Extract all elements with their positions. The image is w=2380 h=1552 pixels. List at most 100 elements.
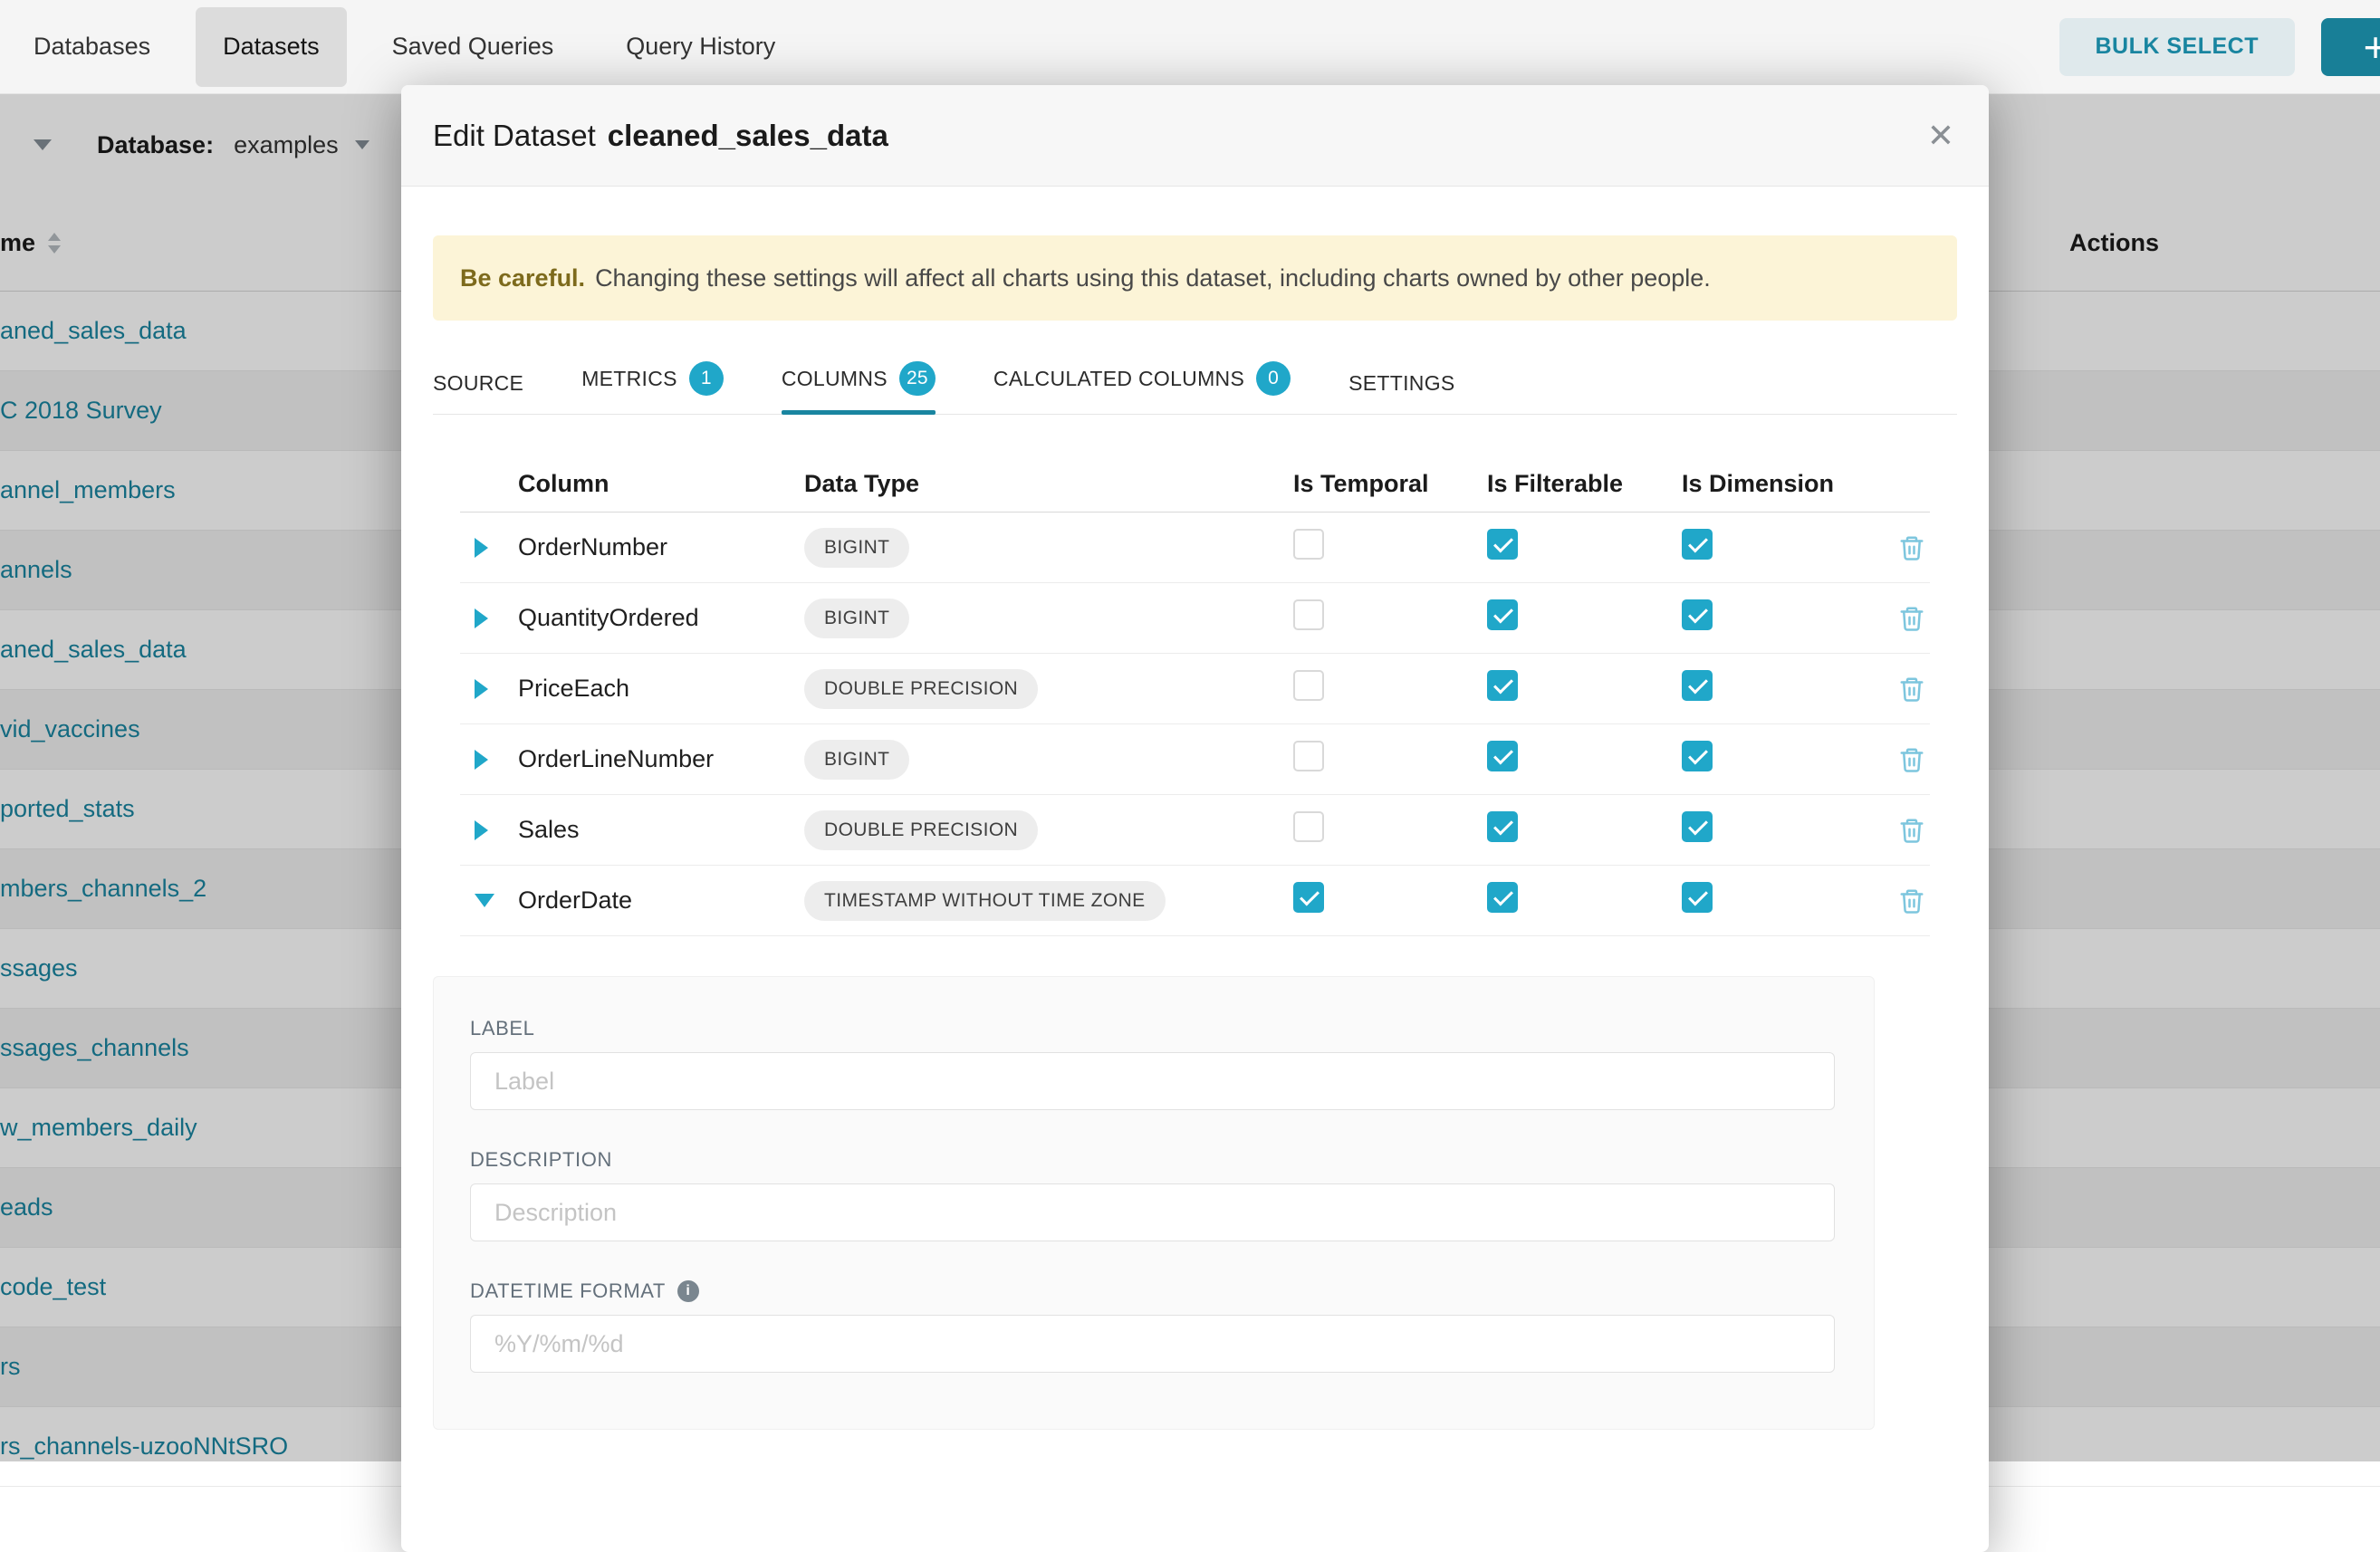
data-type-pill: DOUBLE PRECISION [804,669,1038,709]
tab-label: COLUMNS [782,367,888,391]
tab-label: SETTINGS [1348,371,1454,396]
is-filterable-checkbox[interactable] [1487,599,1518,630]
is-dimension-checkbox[interactable] [1682,811,1713,842]
tab-calculated-columns[interactable]: CALCULATED COLUMNS 0 [993,361,1291,414]
description-input[interactable] [470,1183,1835,1241]
columns-table: Column Data Type Is Temporal Is Filterab… [460,456,1930,936]
delete-column-button[interactable] [1898,817,1930,844]
column-name: OrderNumber [518,533,804,561]
label-input[interactable] [470,1052,1835,1110]
column-row: OrderLineNumberBIGINT [460,724,1930,795]
modal-body: Be careful. Changing these settings will… [401,235,1989,1430]
collapse-caret-icon[interactable] [475,894,494,907]
is-temporal-checkbox[interactable] [1293,882,1324,913]
data-type-pill: BIGINT [804,599,909,638]
label-field: LABEL [470,1017,1835,1110]
description-field: DESCRIPTION [470,1148,1835,1241]
expand-caret-icon[interactable] [475,750,488,770]
warning-banner-bold: Be careful. [460,264,585,292]
is-temporal-checkbox[interactable] [1293,741,1324,771]
count-badge: 25 [899,361,936,396]
column-detail-panel: LABEL DESCRIPTION DATETIME FORMAT i [433,976,1875,1430]
columns-table-header: Column Data Type Is Temporal Is Filterab… [460,456,1930,513]
modal-header: Edit Dataset cleaned_sales_data ✕ [401,85,1989,187]
columns-table-body: OrderNumberBIGINTQuantityOrderedBIGINTPr… [460,513,1930,936]
is-temporal-checkbox[interactable] [1293,529,1324,560]
description-field-label: DESCRIPTION [470,1148,1835,1172]
is-dimension-checkbox[interactable] [1682,882,1713,913]
edit-dataset-modal: Edit Dataset cleaned_sales_data ✕ Be car… [401,85,1989,1552]
info-icon[interactable]: i [677,1280,699,1302]
delete-column-button[interactable] [1898,534,1930,561]
modal-title-dataset-name: cleaned_sales_data [608,119,888,153]
is-dimension-checkbox[interactable] [1682,670,1713,701]
data-type-pill: DOUBLE PRECISION [804,810,1038,850]
close-icon[interactable]: ✕ [1927,120,1954,152]
is-filterable-checkbox[interactable] [1487,811,1518,842]
nav-item-query-history[interactable]: Query History [599,0,802,93]
top-nav: Databases Datasets Saved Queries Query H… [0,0,2380,94]
data-type-pill: BIGINT [804,740,909,780]
tab-columns[interactable]: COLUMNS 25 [782,361,936,414]
delete-column-button[interactable] [1898,605,1930,632]
warning-banner-text: Changing these settings will affect all … [595,264,1711,292]
nav-tabs: Databases Datasets Saved Queries Query H… [34,0,802,93]
column-row: QuantityOrderedBIGINT [460,583,1930,654]
nav-item-datasets[interactable]: Datasets [196,7,347,87]
column-name: Sales [518,816,804,844]
warning-banner: Be careful. Changing these settings will… [433,235,1957,321]
plus-icon: + [2364,23,2380,72]
datetime-format-field: DATETIME FORMAT i [470,1279,1835,1373]
is-dimension-checkbox[interactable] [1682,599,1713,630]
tab-metrics[interactable]: METRICS 1 [581,361,724,414]
data-type-pill: BIGINT [804,528,909,568]
expand-caret-icon[interactable] [475,820,488,840]
column-name: QuantityOrdered [518,604,804,632]
delete-column-button[interactable] [1898,887,1930,915]
nav-item-saved-queries[interactable]: Saved Queries [365,0,581,93]
is-filterable-checkbox[interactable] [1487,529,1518,560]
data-type-pill: TIMESTAMP WITHOUT TIME ZONE [804,881,1166,921]
expand-caret-icon[interactable] [475,538,488,558]
nav-actions: BULK SELECT + [2059,18,2380,76]
column-row: PriceEachDOUBLE PRECISION [460,654,1930,724]
tab-label: SOURCE [433,371,523,396]
tab-settings[interactable]: SETTINGS [1348,371,1454,414]
header-column: Column [518,470,804,498]
is-dimension-checkbox[interactable] [1682,741,1713,771]
is-temporal-checkbox[interactable] [1293,599,1324,630]
nav-item-databases[interactable]: Databases [34,0,178,93]
is-filterable-checkbox[interactable] [1487,670,1518,701]
is-temporal-checkbox[interactable] [1293,670,1324,701]
header-is-dimension: Is Dimension [1682,470,1898,498]
column-name: OrderLineNumber [518,745,804,773]
expand-caret-icon[interactable] [475,608,488,628]
add-dataset-button[interactable]: + [2321,18,2380,76]
header-is-filterable: Is Filterable [1487,470,1682,498]
label-field-label: LABEL [470,1017,1835,1040]
tab-label: CALCULATED COLUMNS [993,367,1244,391]
modal-title-prefix: Edit Dataset [433,119,596,153]
column-name: OrderDate [518,886,804,915]
is-filterable-checkbox[interactable] [1487,741,1518,771]
is-dimension-checkbox[interactable] [1682,529,1713,560]
count-badge: 1 [689,361,724,396]
column-name: PriceEach [518,675,804,703]
tab-label: METRICS [581,367,677,391]
bulk-select-button[interactable]: BULK SELECT [2059,18,2296,76]
column-row: OrderNumberBIGINT [460,513,1930,583]
expand-caret-icon[interactable] [475,679,488,699]
column-row: OrderDateTIMESTAMP WITHOUT TIME ZONE [460,866,1930,936]
is-temporal-checkbox[interactable] [1293,811,1324,842]
count-badge: 0 [1256,361,1291,396]
tab-source[interactable]: SOURCE [433,371,523,414]
datetime-format-input[interactable] [470,1315,1835,1373]
delete-column-button[interactable] [1898,675,1930,703]
delete-column-button[interactable] [1898,746,1930,773]
header-data-type: Data Type [804,470,1293,498]
column-row: SalesDOUBLE PRECISION [460,795,1930,866]
header-is-temporal: Is Temporal [1293,470,1487,498]
datetime-format-field-label: DATETIME FORMAT i [470,1279,1835,1303]
is-filterable-checkbox[interactable] [1487,882,1518,913]
modal-tabs: SOURCE METRICS 1 COLUMNS 25 CALCULATED C… [433,360,1957,415]
